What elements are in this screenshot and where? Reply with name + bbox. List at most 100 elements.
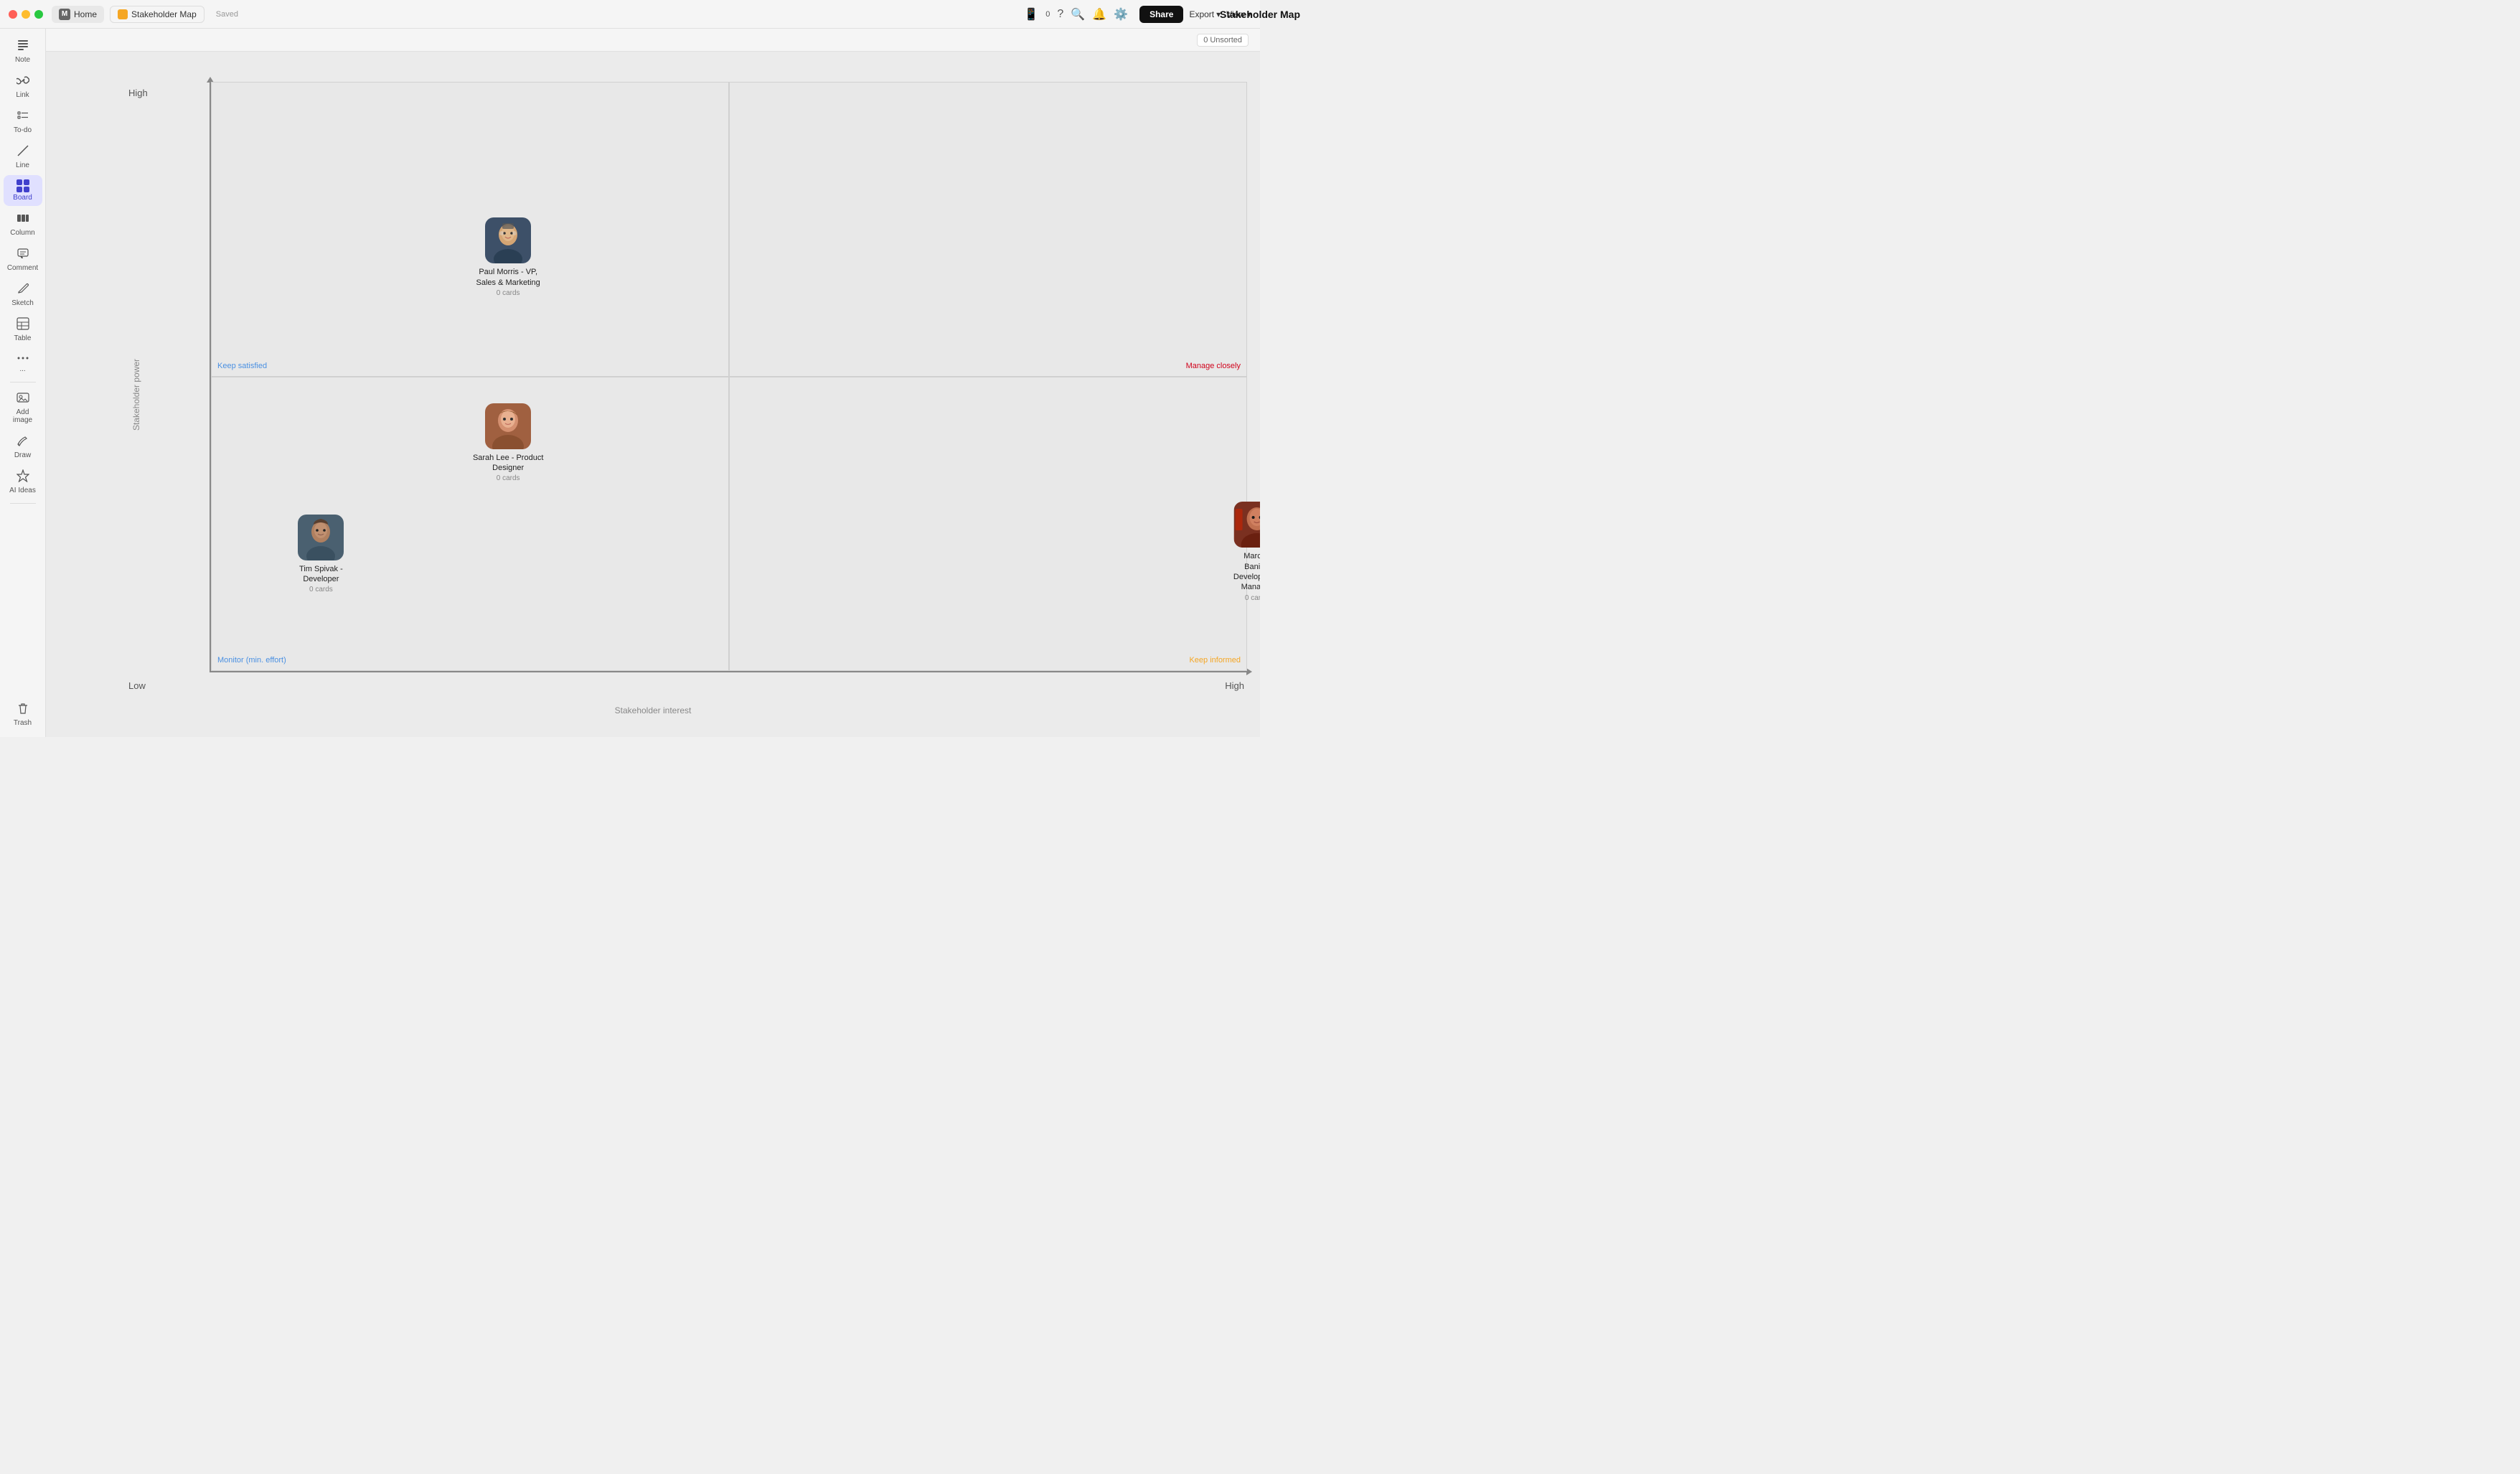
- toolbar-icons: 📱 0 ? 🔍 🔔 ⚙️: [1024, 7, 1128, 22]
- sidebar-item-draw[interactable]: Draw: [4, 430, 42, 464]
- more-icon: [17, 352, 29, 364]
- sidebar-item-link[interactable]: Link: [4, 70, 42, 103]
- power-axis-label: Stakeholder power: [131, 358, 141, 430]
- home-tab-label: Home: [74, 9, 97, 19]
- interest-axis-label: Stakeholder interest: [615, 705, 692, 715]
- table-icon: [17, 317, 29, 333]
- link-icon: [17, 74, 29, 90]
- help-icon[interactable]: ?: [1057, 8, 1063, 21]
- sidebar-item-trash[interactable]: Trash: [4, 698, 42, 731]
- ai-ideas-label: AI Ideas: [9, 487, 36, 494]
- canvas: Stakeholder power Stakeholder interest H…: [46, 52, 1260, 737]
- quadrant-grid: Keep satisfied Manage closely Monitor (m…: [211, 82, 1247, 671]
- quadrant-top-right: Manage closely: [729, 82, 1247, 377]
- low-power-label: Low: [128, 680, 146, 691]
- x-axis: [210, 671, 1247, 672]
- sidebar-item-sketch[interactable]: Sketch: [4, 278, 42, 311]
- avatar-marcus-banik: [1233, 502, 1260, 548]
- mobile-count: 0: [1045, 10, 1050, 19]
- stakeholder-paul-morris[interactable]: Paul Morris - VP, Sales & Marketing 0 ca…: [469, 217, 547, 297]
- note-label: Note: [15, 56, 30, 64]
- comment-icon: [17, 247, 29, 263]
- sidebar: Note Link To-do Line Boa: [0, 29, 46, 737]
- doc-tab-icon: [118, 9, 128, 19]
- sidebar-item-board[interactable]: Board: [4, 175, 42, 206]
- table-label: Table: [14, 334, 32, 342]
- paul-morris-name: Paul Morris - VP, Sales & Marketing: [469, 267, 547, 288]
- stakeholder-tim-spivak[interactable]: Tim Spivak - Developer 0 cards: [281, 515, 360, 594]
- tim-spivak-name: Tim Spivak - Developer: [281, 564, 360, 585]
- x-axis-arrow: [1246, 668, 1252, 675]
- canvas-header: 0 Unsorted: [46, 29, 1260, 52]
- stakeholder-sarah-lee[interactable]: Sarah Lee - Product Designer 0 cards: [469, 403, 547, 483]
- monitor-label: Monitor (min. effort): [217, 656, 286, 665]
- export-button[interactable]: Export ▾: [1189, 9, 1221, 19]
- window-controls: [9, 10, 43, 19]
- title-bar: M Home Stakeholder Map Saved Stakeholder…: [0, 0, 1260, 29]
- trash-label: Trash: [14, 719, 32, 727]
- avatar-sarah-lee: [485, 403, 531, 449]
- tim-spivak-cards: 0 cards: [309, 586, 333, 593]
- settings-icon[interactable]: ⚙️: [1114, 7, 1128, 22]
- sidebar-item-table[interactable]: Table: [4, 313, 42, 347]
- sketch-label: Sketch: [11, 299, 34, 307]
- ai-ideas-icon: [17, 469, 29, 485]
- m-logo-icon: M: [59, 9, 70, 20]
- doc-tab-label: Stakeholder Map: [131, 9, 197, 19]
- high-power-label: High: [128, 88, 148, 98]
- trash-icon: [17, 702, 29, 718]
- column-label: Column: [10, 229, 34, 237]
- notifications-icon[interactable]: 🔔: [1092, 7, 1106, 22]
- sidebar-item-comment[interactable]: Comment: [4, 243, 42, 276]
- tab-doc[interactable]: Stakeholder Map: [110, 6, 204, 23]
- more-label: ...: [19, 365, 25, 373]
- marcus-banik-name: Marcus Banik - Development Manager: [1233, 551, 1260, 592]
- draw-label: Draw: [14, 451, 31, 459]
- column-icon: [17, 212, 29, 227]
- search-icon[interactable]: 🔍: [1071, 7, 1085, 22]
- sarah-lee-cards: 0 cards: [497, 474, 520, 482]
- marcus-banik-cards: 0 cards: [1245, 594, 1260, 602]
- title-bar-right: 📱 0 ? 🔍 🔔 ⚙️ Share Export ▾ View ▾: [1024, 6, 1251, 23]
- sidebar-item-ai-ideas[interactable]: AI Ideas: [4, 465, 42, 499]
- note-icon: [17, 39, 29, 55]
- chart-area: Keep satisfied Manage closely Monitor (m…: [146, 82, 1247, 700]
- sidebar-item-line[interactable]: Line: [4, 140, 42, 174]
- saved-status: Saved: [216, 10, 238, 19]
- sidebar-item-todo[interactable]: To-do: [4, 105, 42, 139]
- board-icon: [17, 179, 29, 192]
- link-label: Link: [16, 91, 29, 99]
- draw-icon: [17, 434, 29, 450]
- mobile-icon[interactable]: 📱: [1024, 7, 1038, 22]
- sarah-lee-name: Sarah Lee - Product Designer: [469, 453, 547, 474]
- maximize-button[interactable]: [34, 10, 43, 19]
- sidebar-item-note[interactable]: Note: [4, 34, 42, 68]
- tab-home[interactable]: M Home: [52, 6, 104, 23]
- sidebar-item-add-image[interactable]: Add image: [4, 387, 42, 428]
- paul-morris-cards: 0 cards: [497, 289, 520, 297]
- sidebar-divider-2: [10, 503, 36, 504]
- add-image-icon: [17, 391, 29, 407]
- unsorted-badge[interactable]: 0 Unsorted: [1197, 34, 1249, 47]
- stakeholder-marcus-banik[interactable]: Marcus Banik - Development Manager 0 car…: [1233, 502, 1260, 601]
- keep-informed-label: Keep informed: [1189, 656, 1241, 665]
- close-button[interactable]: [9, 10, 17, 19]
- sidebar-item-column[interactable]: Column: [4, 207, 42, 241]
- line-icon: [17, 144, 29, 160]
- manage-closely-label: Manage closely: [1186, 362, 1241, 370]
- page-title: Stakeholder Map: [1220, 9, 1300, 20]
- board-label: Board: [13, 194, 32, 202]
- todo-icon: [17, 109, 29, 125]
- sidebar-item-more[interactable]: ...: [4, 348, 42, 377]
- add-image-label: Add image: [9, 408, 37, 424]
- minimize-button[interactable]: [22, 10, 30, 19]
- content-area: 0 Unsorted Stakeholder power Stakeholder…: [46, 29, 1260, 737]
- avatar-paul-morris: [485, 217, 531, 263]
- comment-label: Comment: [7, 264, 38, 272]
- main-layout: Note Link To-do Line Boa: [0, 29, 1260, 737]
- tab-area: M Home Stakeholder Map Saved: [52, 6, 1024, 23]
- line-label: Line: [16, 161, 29, 169]
- quadrant-bottom-right: Keep informed: [729, 377, 1247, 672]
- keep-satisfied-label: Keep satisfied: [217, 362, 267, 370]
- share-button[interactable]: Share: [1139, 6, 1183, 23]
